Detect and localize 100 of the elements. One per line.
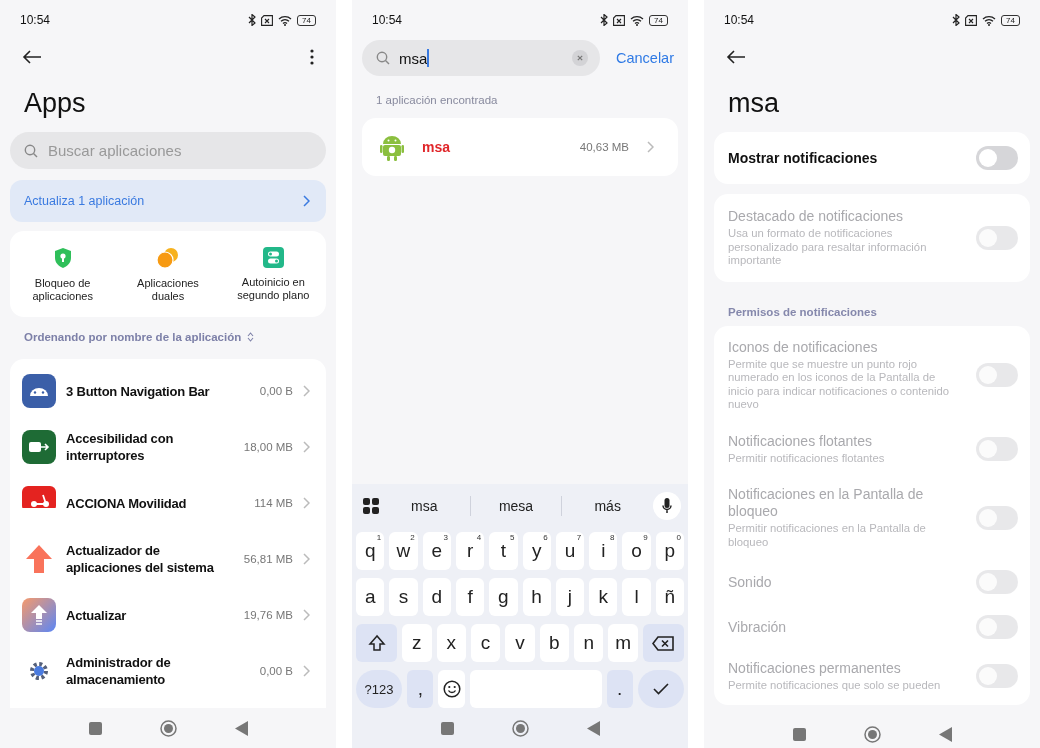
battery-indicator: 74 (649, 14, 668, 26)
switch-access-icon (22, 430, 56, 464)
microphone-button[interactable] (653, 492, 681, 520)
key[interactable]: c (470, 624, 501, 662)
backspace-icon (652, 635, 675, 651)
sort-selector[interactable]: Ordenando por nombre de la aplicación (14, 331, 265, 343)
key[interactable]: s (389, 578, 418, 616)
shift-key[interactable] (356, 624, 398, 662)
symbols-key[interactable]: ?123 (356, 670, 403, 708)
sort-arrows-icon (247, 332, 255, 342)
home-button[interactable] (511, 719, 529, 737)
back-button[interactable] (586, 720, 600, 736)
android-robot-icon (380, 133, 404, 161)
back-button[interactable] (234, 720, 248, 736)
search-result-card[interactable]: msa 40,63 MB (362, 118, 678, 176)
key[interactable]: d (422, 578, 451, 616)
wifi-icon (982, 14, 997, 26)
key[interactable]: z (402, 624, 432, 662)
key[interactable]: i 8 (589, 532, 618, 570)
app-name[interactable]: Actualizar (66, 606, 234, 624)
key[interactable]: ñ (655, 578, 684, 616)
key[interactable]: x (436, 624, 466, 662)
key[interactable]: f (455, 578, 485, 616)
home-button[interactable] (159, 719, 177, 737)
key[interactable]: r 4 (455, 532, 485, 570)
key[interactable]: n (574, 624, 604, 662)
key[interactable]: k (589, 578, 618, 616)
back-arrow-icon[interactable] (22, 50, 42, 64)
setting-title: Destacado de notificaciones (728, 208, 905, 225)
recents-button[interactable] (792, 728, 806, 741)
cancel-button[interactable]: Cancelar (615, 50, 678, 66)
setting-description: Usa un formato de notificaciones personalizado para resaltar información importante (728, 227, 928, 268)
suggestion[interactable]: más (561, 496, 653, 516)
bluetooth-icon (248, 14, 257, 26)
app-name[interactable]: Administrador de almacenamiento (66, 654, 250, 688)
setting-description: Permitir notificaciones flotantes (728, 451, 886, 465)
toggle-switch[interactable] (976, 146, 1018, 170)
shift-icon (367, 634, 386, 652)
key[interactable]: t 5 (489, 532, 518, 570)
app-size: 56,81 MB (243, 553, 293, 565)
key[interactable]: u 7 (555, 532, 585, 570)
suggestion[interactable]: msa (379, 496, 470, 516)
key[interactable]: w 2 (389, 532, 418, 570)
key[interactable]: m (608, 624, 638, 662)
key[interactable]: h (522, 578, 551, 616)
chevron-right-icon (303, 609, 310, 621)
key[interactable]: a (356, 578, 385, 616)
bluetooth-icon (600, 14, 609, 26)
back-button[interactable] (938, 727, 952, 742)
home-button[interactable] (863, 726, 881, 743)
key[interactable]: v (505, 624, 535, 662)
shortcut-button[interactable]: Bloqueo de aplicaciones (10, 247, 116, 303)
back-arrow-icon[interactable] (726, 50, 746, 64)
key[interactable]: b (539, 624, 570, 662)
chevron-right-icon (303, 665, 310, 677)
chevron-right-icon (303, 385, 310, 397)
emoji-icon (442, 680, 461, 698)
key[interactable]: j (555, 578, 585, 616)
app-name[interactable]: 3 Button Navigation Bar (66, 382, 250, 400)
key[interactable]: o 9 (622, 532, 651, 570)
more-options-icon[interactable] (310, 49, 314, 65)
app-size: 18,00 MB (243, 441, 293, 453)
recents-button[interactable] (88, 721, 102, 735)
setting-title: Sonido (728, 573, 773, 591)
app-name[interactable]: Accesibilidad con interruptores (66, 430, 234, 464)
apps-grid-icon[interactable] (363, 498, 379, 514)
key[interactable]: g (489, 578, 518, 616)
search-icon (24, 144, 38, 158)
bluetooth-icon (952, 14, 961, 26)
search-field[interactable]: Buscar aplicaciones (10, 132, 326, 169)
chevron-right-icon (303, 497, 310, 509)
recents-button[interactable] (440, 721, 454, 735)
key[interactable]: q 1 (356, 532, 385, 570)
backspace-key[interactable] (642, 624, 684, 662)
update-banner[interactable]: Actualiza 1 aplicación (10, 180, 326, 222)
setting-title: Mostrar notificaciones (728, 149, 879, 167)
emoji-key[interactable] (438, 670, 465, 708)
chevron-right-icon (647, 141, 654, 153)
key[interactable]: l (622, 578, 651, 616)
setting-description: Permite que se muestre un punto rojo numerado en los iconos de la Pantalla de inicio para indicar notificaciones o contenido nuevo (728, 357, 951, 412)
sim-card-icon (965, 14, 978, 26)
key[interactable]: y 6 (522, 532, 551, 570)
enter-key[interactable] (637, 670, 684, 708)
shortcut-button[interactable]: Aplicaciones duales (115, 247, 221, 303)
battery-indicator: 74 (297, 14, 316, 26)
search-field[interactable]: msa (362, 40, 600, 76)
clear-icon[interactable] (571, 50, 588, 66)
app-name[interactable]: ACCIONA Movilidad (66, 494, 245, 512)
status-time: 10:54 (372, 13, 403, 27)
shortcut-button[interactable]: Autoinicio en segundo plano (220, 247, 326, 303)
suggestion[interactable]: mesa (469, 496, 562, 516)
key[interactable]: . (606, 670, 633, 708)
app-size: 40,63 MB (579, 141, 629, 153)
key[interactable]: , (407, 670, 434, 708)
page-title: msa (728, 87, 780, 120)
app-name[interactable]: Actualizador de aplicaciones del sistema (66, 542, 234, 576)
key[interactable]: p 0 (655, 532, 684, 570)
app-size: 0,00 B (259, 665, 293, 677)
switches-icon (262, 247, 284, 268)
key[interactable]: e 3 (422, 532, 451, 570)
